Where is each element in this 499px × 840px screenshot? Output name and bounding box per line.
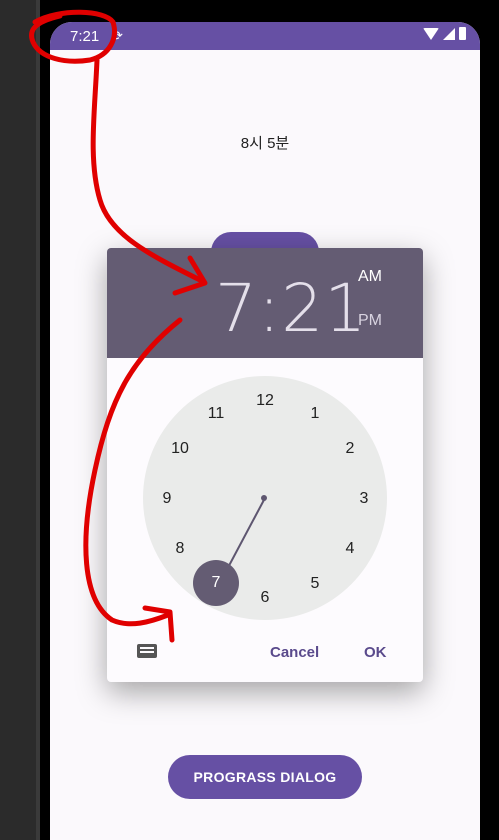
keyboard-icon[interactable]	[137, 644, 157, 658]
clock-number-6[interactable]: 6	[261, 589, 270, 607]
time-text: 8시 5분	[240, 135, 290, 152]
wifi-icon	[423, 27, 439, 40]
clock-number-3[interactable]: 3	[360, 490, 369, 508]
status-icons	[423, 27, 466, 40]
time-picker-dialog: 7:21 AM PM 7 12 1 2 3 4 5 6 8 9 10 11 Ca…	[107, 248, 423, 682]
phone-screen: 7:21 ⟳ 8시 5분 7:21 AM PM 7 12 1 2 3 4 5 6…	[50, 22, 480, 840]
clock-number-10[interactable]: 10	[171, 440, 189, 458]
cancel-button[interactable]: Cancel	[270, 644, 319, 661]
clock-number-11[interactable]: 11	[208, 405, 225, 423]
time-picker-header: 7:21 AM PM	[107, 248, 423, 358]
am-toggle[interactable]: AM	[358, 268, 382, 286]
progress-dialog-button[interactable]: PROGRASS DIALOG	[168, 755, 362, 799]
selected-hour[interactable]: 7	[193, 560, 239, 606]
clock-face[interactable]: 7 12 1 2 3 4 5 6 8 9 10 11	[143, 376, 387, 620]
clock-number-8[interactable]: 8	[176, 540, 185, 558]
ok-button[interactable]: OK	[364, 644, 387, 661]
clock-center-dot	[261, 495, 267, 501]
clock-number-9[interactable]: 9	[163, 490, 172, 508]
cell-signal-icon	[443, 27, 455, 40]
clock-number-5[interactable]: 5	[311, 575, 320, 593]
status-bar: 7:21 ⟳	[50, 22, 480, 50]
battery-icon	[459, 27, 466, 40]
clock-number-1[interactable]: 1	[311, 405, 320, 423]
sync-icon: ⟳	[112, 28, 123, 43]
pm-toggle[interactable]: PM	[358, 312, 382, 330]
device-bezel-left	[0, 0, 36, 840]
clock-number-4[interactable]: 4	[346, 540, 355, 558]
clock-number-12[interactable]: 12	[256, 392, 274, 410]
status-time: 7:21	[70, 28, 100, 45]
device-bezel-edge	[36, 0, 40, 840]
clock-number-2[interactable]: 2	[346, 440, 355, 458]
selected-time-display[interactable]: 7:21	[215, 270, 367, 347]
